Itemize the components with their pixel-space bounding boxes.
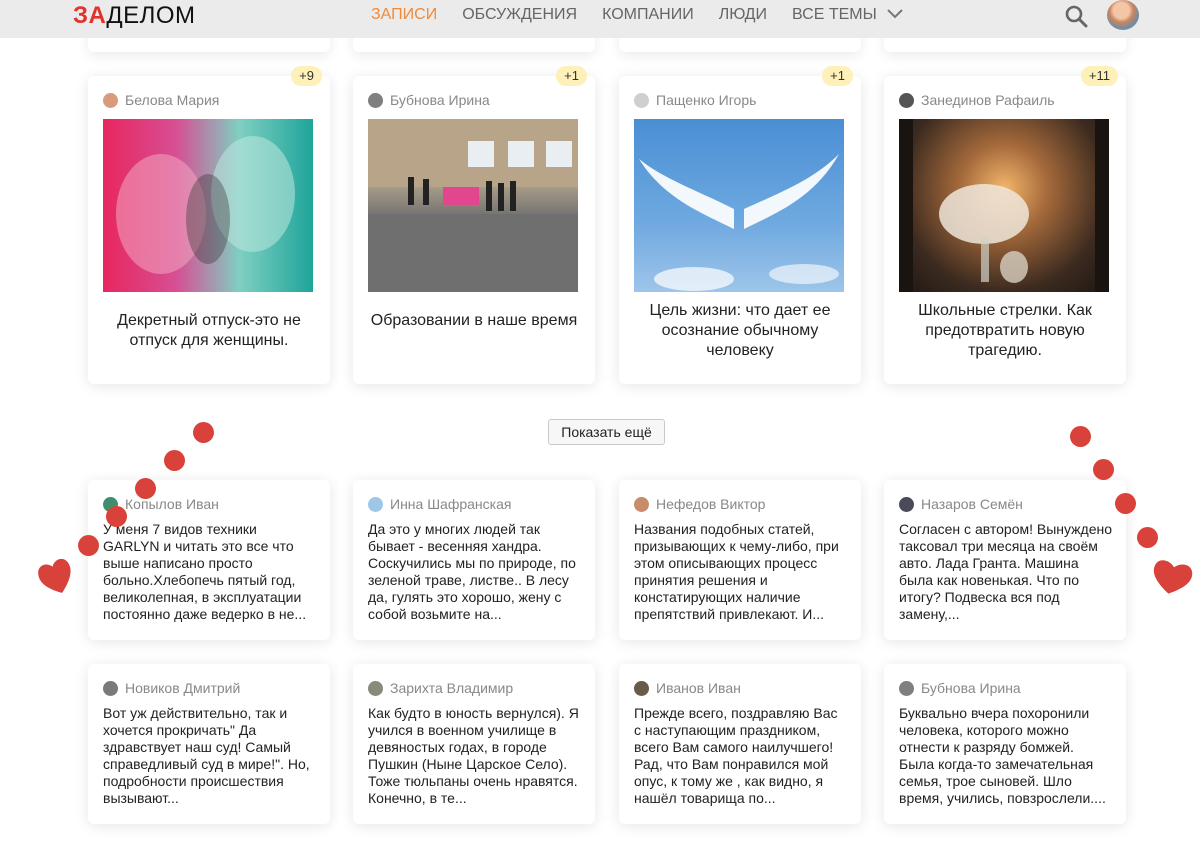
author-avatar xyxy=(899,496,914,512)
article-title[interactable]: Цель жизни: что дает ее осознание обычно… xyxy=(631,301,849,361)
article-title[interactable]: Образовании в наше время xyxy=(365,311,583,331)
nav-item-all-topics[interactable]: Все темы xyxy=(792,6,903,24)
decor-dot xyxy=(1137,527,1158,548)
author-name: Бубнова Ирина xyxy=(921,680,1021,696)
article-author[interactable]: Занединов Рафаиль xyxy=(899,92,1055,108)
author-avatar xyxy=(368,680,383,696)
author-avatar xyxy=(634,92,649,108)
decor-dot xyxy=(164,450,185,471)
article-image[interactable] xyxy=(368,119,578,292)
rating-badge: +11 xyxy=(1080,66,1118,86)
rating-badge: +1 xyxy=(822,66,853,86)
author-name: Инна Шафранская xyxy=(390,496,512,512)
comment-card[interactable]: Иванов Иван Прежде всего, поздравляю Вас… xyxy=(619,664,861,824)
logo-rest: ДЕЛОМ xyxy=(106,2,196,29)
author-name: Белова Мария xyxy=(125,92,220,108)
author-avatar xyxy=(634,496,649,512)
comment-text[interactable]: Вот уж действительно, так и хочется прок… xyxy=(103,705,316,807)
author-name: Занединов Рафаиль xyxy=(921,92,1055,108)
article-card[interactable]: +1 Пащенко Игорь Цель жизни: что дает ее… xyxy=(619,66,861,384)
rating-badge: +9 xyxy=(291,66,322,86)
article-image[interactable] xyxy=(899,119,1109,292)
site-logo[interactable]: ЗАДЕЛОМ xyxy=(73,3,196,29)
nav-item-companies[interactable]: Компании xyxy=(602,6,694,24)
article-image[interactable] xyxy=(103,119,313,292)
decor-dot xyxy=(1115,493,1136,514)
decor-dot xyxy=(1070,426,1091,447)
decor-dot xyxy=(135,478,156,499)
rating-badge: +1 xyxy=(556,66,587,86)
comment-author[interactable]: Назаров Семён xyxy=(899,496,1023,512)
author-avatar xyxy=(899,92,914,108)
author-name: Иванов Иван xyxy=(656,680,741,696)
author-name: Бубнова Ирина xyxy=(390,92,490,108)
comment-text[interactable]: Названия подобных статей, призывающих к … xyxy=(634,521,847,623)
chevron-down-icon xyxy=(887,6,903,24)
comment-author[interactable]: Зарихта Владимир xyxy=(368,680,513,696)
article-title[interactable]: Декретный отпуск-это не отпуск для женщи… xyxy=(100,311,318,351)
article-title[interactable]: Школьные стрелки. Как предотвратить нову… xyxy=(896,301,1114,361)
show-more-button[interactable]: Показать ещё xyxy=(548,419,665,445)
author-name: Назаров Семён xyxy=(921,496,1023,512)
comment-card[interactable]: Инна Шафранская Да это у многих людей та… xyxy=(353,480,595,640)
user-avatar[interactable] xyxy=(1107,0,1139,30)
article-author[interactable]: Бубнова Ирина xyxy=(368,92,490,108)
comment-card[interactable]: Нефедов Виктор Названия подобных статей,… xyxy=(619,480,861,640)
author-avatar xyxy=(368,92,383,108)
main-nav: Записи Обсуждения Компании Люди Все темы xyxy=(371,6,928,24)
comment-author[interactable]: Бубнова Ирина xyxy=(899,680,1021,696)
author-avatar xyxy=(103,680,118,696)
nav-item-discussions[interactable]: Обсуждения xyxy=(462,6,577,24)
decor-dot xyxy=(78,535,99,556)
nav-item-people[interactable]: Люди xyxy=(719,6,767,24)
comment-text[interactable]: Согласен с автором! Вынуждено таксовал т… xyxy=(899,521,1112,623)
comment-author[interactable]: Иванов Иван xyxy=(634,680,741,696)
author-avatar xyxy=(103,92,118,108)
comment-text[interactable]: У меня 7 видов техники GARLYN и читать э… xyxy=(103,521,316,623)
author-name: Новиков Дмитрий xyxy=(125,680,241,696)
comment-card[interactable]: Зарихта Владимир Как будто в юность верн… xyxy=(353,664,595,824)
comment-text[interactable]: Буквально вчера похоронили человека, кот… xyxy=(899,705,1112,807)
author-name: Зарихта Владимир xyxy=(390,680,514,696)
comment-text[interactable]: Прежде всего, поздравляю Вас с наступающ… xyxy=(634,705,847,807)
logo-accent: ЗА xyxy=(73,2,107,29)
decor-dot xyxy=(106,506,127,527)
article-card[interactable]: +9 Белова Мария Декретный отпуск-это не … xyxy=(88,66,330,384)
author-name: Пащенко Игорь xyxy=(656,92,757,108)
comment-card[interactable]: Новиков Дмитрий Вот уж действительно, та… xyxy=(88,664,330,824)
comment-author[interactable]: Новиков Дмитрий xyxy=(103,680,240,696)
nav-item-posts[interactable]: Записи xyxy=(371,6,437,24)
comment-card[interactable]: Назаров Семён Согласен с автором! Вынужд… xyxy=(884,480,1126,640)
comment-text[interactable]: Как будто в юность вернулся). Я учился в… xyxy=(368,705,581,807)
author-avatar xyxy=(899,680,914,696)
article-image[interactable] xyxy=(634,119,844,292)
heart-icon xyxy=(36,554,76,603)
article-card[interactable]: +11 Занединов Рафаиль Школьные стрелки. … xyxy=(884,66,1126,384)
author-avatar xyxy=(368,496,383,512)
comment-text[interactable]: Да это у многих людей так бывает - весен… xyxy=(368,521,581,623)
heart-icon xyxy=(1148,556,1196,603)
nav-item-all-topics-label: Все темы xyxy=(792,6,877,23)
decor-dot xyxy=(1093,459,1114,480)
comment-card[interactable]: Копылов Иван У меня 7 видов техники GARL… xyxy=(88,480,330,640)
author-avatar xyxy=(634,680,649,696)
comment-author[interactable]: Инна Шафранская xyxy=(368,496,511,512)
author-name: Копылов Иван xyxy=(125,496,219,512)
article-author[interactable]: Пащенко Игорь xyxy=(634,92,756,108)
article-card[interactable]: +1 Бубнова Ирина Образовании в наше врем… xyxy=(353,66,595,384)
comment-card[interactable]: Бубнова Ирина Буквально вчера похоронили… xyxy=(884,664,1126,824)
site-header: ЗАДЕЛОМ Записи Обсуждения Компании Люди … xyxy=(0,0,1200,38)
search-icon[interactable] xyxy=(1064,4,1088,28)
author-name: Нефедов Виктор xyxy=(656,496,766,512)
article-author[interactable]: Белова Мария xyxy=(103,92,219,108)
comment-author[interactable]: Нефедов Виктор xyxy=(634,496,765,512)
decor-dot xyxy=(193,422,214,443)
